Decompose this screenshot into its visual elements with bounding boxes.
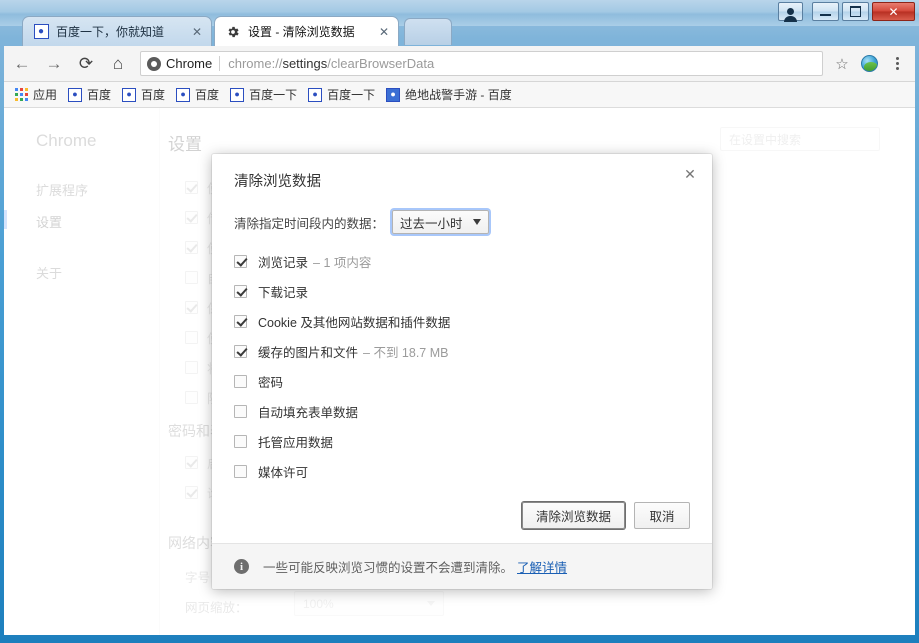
option-sublabel: – 1 项内容 bbox=[313, 255, 372, 270]
kebab-menu-icon bbox=[895, 57, 899, 60]
clear-data-button[interactable]: 清除浏览数据 bbox=[521, 502, 625, 529]
bookmark-item[interactable]: ● 绝地战警手游 - 百度 bbox=[383, 85, 518, 105]
checkbox-icon[interactable] bbox=[234, 464, 247, 478]
time-range-select[interactable]: 过去一小时 bbox=[392, 210, 489, 234]
reload-button[interactable]: ⟳ bbox=[72, 50, 100, 78]
page-viewport: Chrome 扩展程序 设置 关于 设置 在设置中搜索 使 借 bbox=[4, 108, 915, 635]
tab-close-button[interactable]: ✕ bbox=[376, 24, 392, 40]
tab-close-button[interactable]: ✕ bbox=[189, 24, 205, 40]
checkbox-icon[interactable] bbox=[234, 374, 247, 388]
address-bar[interactable]: Chrome chrome://settings/clearBrowserDat… bbox=[140, 51, 823, 76]
checkbox-icon[interactable] bbox=[234, 314, 247, 328]
option-label: 密码 bbox=[258, 375, 284, 390]
dialog-info-bar: i 一些可能反映浏览习惯的设置不会遭到清除。 了解详情 bbox=[212, 543, 712, 589]
option-sublabel: – 不到 18.7 MB bbox=[363, 345, 449, 360]
home-icon: ⌂ bbox=[112, 53, 124, 73]
option-label: 缓存的图片和文件 bbox=[258, 345, 359, 360]
chrome-menu-button[interactable] bbox=[884, 51, 910, 77]
option-passwords[interactable]: 密码 bbox=[234, 366, 690, 396]
arrow-left-icon: ← bbox=[13, 53, 31, 73]
tab-title: 百度一下，你就知道 bbox=[56, 25, 165, 39]
cancel-button[interactable]: 取消 bbox=[634, 502, 690, 529]
time-range-row: 清除指定时间段内的数据： 过去一小时 bbox=[234, 210, 690, 234]
option-label: 下载记录 bbox=[258, 285, 309, 300]
bookmark-star-button[interactable]: ☆ bbox=[829, 51, 855, 77]
option-hosted-app-data[interactable]: 托管应用数据 bbox=[234, 426, 690, 456]
apps-grid-icon bbox=[15, 88, 28, 101]
baidu-paw-icon: ● bbox=[176, 87, 191, 102]
forward-button[interactable]: → bbox=[40, 50, 68, 78]
option-label: Cookie 及其他网站数据和插件数据 bbox=[258, 315, 451, 330]
divider bbox=[219, 56, 221, 71]
option-media-licenses[interactable]: 媒体许可 bbox=[234, 456, 690, 486]
baidu-paw-icon: ● bbox=[122, 87, 137, 102]
dialog-close-button[interactable]: ✕ bbox=[679, 163, 701, 185]
baidu-paw-icon: ● bbox=[33, 24, 49, 40]
tab-settings[interactable]: 设置 - 清除浏览数据 ✕ bbox=[214, 16, 399, 46]
bookmark-label: 应用 bbox=[33, 88, 58, 102]
extension-icon[interactable] bbox=[861, 55, 878, 72]
option-label: 浏览记录 bbox=[258, 255, 309, 270]
option-download-history[interactable]: 下载记录 bbox=[234, 276, 690, 306]
browser-toolbar: ← → ⟳ ⌂ Chrome chrome://settings/clearBr… bbox=[4, 46, 915, 82]
info-icon: i bbox=[234, 559, 249, 574]
info-text: 一些可能反映浏览习惯的设置不会遭到清除。 bbox=[263, 561, 514, 575]
url-text: chrome://settings/clearBrowserData bbox=[228, 56, 435, 71]
security-chip-label: Chrome bbox=[166, 56, 213, 71]
gear-icon bbox=[225, 24, 241, 40]
option-label: 媒体许可 bbox=[258, 465, 309, 480]
bookmarks-bar: 应用 ● 百度 ● 百度 ● 百度 ● 百度一下 ● 百度一下 ● 绝地战警手游… bbox=[4, 82, 915, 108]
bookmark-item[interactable]: ● 百度 bbox=[173, 85, 225, 105]
time-range-label: 清除指定时间段内的数据： bbox=[234, 216, 385, 231]
chevron-down-icon bbox=[472, 219, 481, 225]
baidu-bear-icon: ● bbox=[386, 87, 401, 102]
option-browsing-history[interactable]: 浏览记录 – 1 项内容 bbox=[234, 246, 690, 276]
bookmark-label: 百度一下 bbox=[249, 88, 298, 102]
option-cookies[interactable]: Cookie 及其他网站数据和插件数据 bbox=[234, 306, 690, 336]
bookmark-label: 百度 bbox=[141, 88, 166, 102]
new-tab-button[interactable] bbox=[404, 18, 452, 45]
baidu-paw-icon: ● bbox=[308, 87, 323, 102]
checkbox-icon[interactable] bbox=[234, 344, 247, 358]
bookmark-label: 百度 bbox=[87, 88, 112, 102]
baidu-paw-icon: ● bbox=[230, 87, 245, 102]
bookmark-item[interactable]: ● 百度 bbox=[65, 85, 117, 105]
option-cached-images[interactable]: 缓存的图片和文件 – 不到 18.7 MB bbox=[234, 336, 690, 366]
bookmark-item[interactable]: ● 百度 bbox=[119, 85, 171, 105]
dialog-body: ✕ 清除浏览数据 清除指定时间段内的数据： 过去一小时 浏览记录 – 1 项内容 bbox=[212, 154, 712, 486]
reload-icon: ⟳ bbox=[78, 53, 94, 73]
checkbox-icon[interactable] bbox=[234, 434, 247, 448]
star-icon: ☆ bbox=[835, 55, 849, 73]
learn-more-link[interactable]: 了解详情 bbox=[517, 557, 567, 576]
tab-title: 设置 - 清除浏览数据 bbox=[248, 25, 355, 39]
arrow-right-icon: → bbox=[45, 53, 63, 73]
chrome-logo-icon bbox=[147, 56, 161, 71]
bookmark-item[interactable]: ● 百度一下 bbox=[305, 85, 381, 105]
back-button[interactable]: ← bbox=[8, 50, 36, 78]
baidu-paw-icon: ● bbox=[68, 87, 83, 102]
dialog-footer: 清除浏览数据 取消 bbox=[212, 486, 712, 543]
option-label: 自动填充表单数据 bbox=[258, 405, 359, 420]
bookmark-item[interactable]: ● 百度一下 bbox=[227, 85, 303, 105]
home-button[interactable]: ⌂ bbox=[104, 50, 132, 78]
option-label: 托管应用数据 bbox=[258, 435, 334, 450]
checkbox-icon[interactable] bbox=[234, 284, 247, 298]
bookmark-label: 百度 bbox=[195, 88, 220, 102]
tab-strip: ● 百度一下，你就知道 ✕ 设置 - 清除浏览数据 ✕ bbox=[0, 12, 919, 46]
tab-baidu[interactable]: ● 百度一下，你就知道 ✕ bbox=[22, 16, 212, 46]
bookmark-apps[interactable]: 应用 bbox=[12, 85, 63, 105]
option-autofill[interactable]: 自动填充表单数据 bbox=[234, 396, 690, 426]
time-range-value: 过去一小时 bbox=[400, 216, 463, 231]
bookmark-label: 百度一下 bbox=[327, 88, 376, 102]
dialog-title: 清除浏览数据 bbox=[234, 174, 321, 190]
browser-window: ✕ ● 百度一下，你就知道 ✕ 设置 - 清除浏览数据 ✕ ← → ⟳ ⌂ Ch… bbox=[0, 0, 919, 643]
bookmark-label: 绝地战警手游 - 百度 bbox=[405, 88, 512, 102]
checkbox-icon[interactable] bbox=[234, 404, 247, 418]
clear-browsing-data-dialog: ✕ 清除浏览数据 清除指定时间段内的数据： 过去一小时 浏览记录 – 1 项内容 bbox=[212, 154, 712, 589]
checkbox-icon[interactable] bbox=[234, 254, 247, 268]
